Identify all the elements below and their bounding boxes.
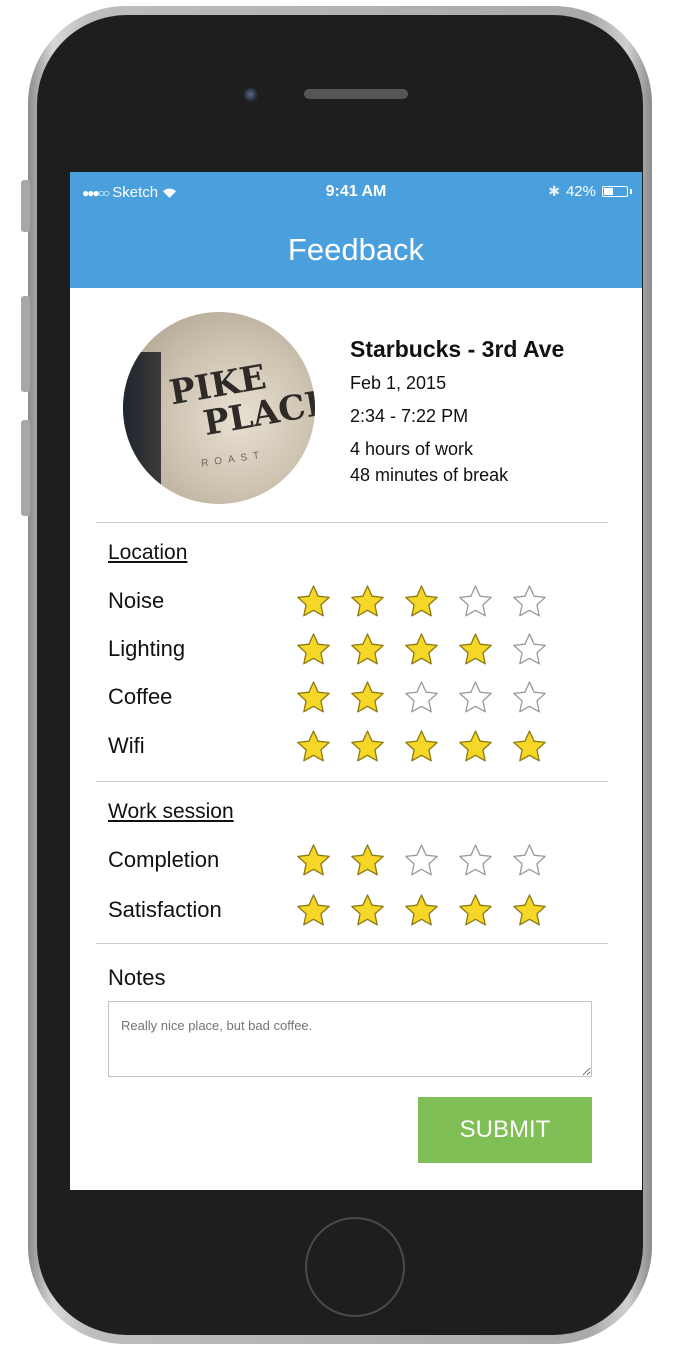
section-title-location: Location	[108, 541, 188, 564]
star-filled-icon[interactable]	[404, 893, 439, 928]
volume-down-button	[21, 420, 30, 516]
star-empty-icon[interactable]	[458, 584, 493, 619]
volume-up-button	[21, 296, 30, 392]
star-rating	[296, 632, 547, 667]
venue-name: Starbucks - 3rd Ave	[350, 336, 565, 362]
rating-row-wifi: Wifi	[108, 726, 588, 766]
star-filled-icon[interactable]	[404, 632, 439, 667]
photo-shadow	[123, 352, 161, 502]
venue-date: Feb 1, 2015	[350, 373, 447, 393]
star-empty-icon[interactable]	[512, 680, 547, 715]
star-filled-icon[interactable]	[512, 729, 547, 764]
star-empty-icon[interactable]	[404, 843, 439, 878]
venue-time-range: 2:34 - 7:22 PM	[350, 406, 469, 426]
page-title: Feedback	[287, 232, 425, 267]
star-empty-icon[interactable]	[512, 843, 547, 878]
star-empty-icon[interactable]	[512, 584, 547, 619]
divider	[96, 522, 608, 523]
rating-row-noise: Noise	[108, 581, 588, 621]
home-button[interactable]	[305, 1217, 405, 1317]
notes-label: Notes	[108, 965, 166, 990]
star-filled-icon[interactable]	[296, 843, 331, 878]
work-duration: 4 hours of work	[350, 439, 474, 459]
rating-row-coffee: Coffee	[108, 677, 588, 717]
star-filled-icon[interactable]	[404, 729, 439, 764]
rating-label: Lighting	[108, 636, 186, 661]
star-rating	[296, 729, 547, 764]
star-filled-icon[interactable]	[296, 729, 331, 764]
star-empty-icon[interactable]	[512, 632, 547, 667]
battery-tip	[630, 189, 632, 194]
star-rating	[296, 680, 547, 715]
star-filled-icon[interactable]	[296, 680, 331, 715]
star-filled-icon[interactable]	[404, 584, 439, 619]
break-duration: 48 minutes of break	[350, 465, 509, 485]
star-filled-icon[interactable]	[350, 632, 385, 667]
rating-row-satisfaction: Satisfaction	[108, 890, 588, 930]
battery-percent: 42%	[565, 183, 596, 200]
star-filled-icon[interactable]	[296, 584, 331, 619]
photo-text-roast: ROAST	[200, 449, 266, 470]
photo-label: PIKE PLACE	[167, 349, 315, 447]
bluetooth-icon: ✱	[548, 183, 560, 199]
star-empty-icon[interactable]	[458, 843, 493, 878]
battery-level	[604, 188, 613, 195]
star-filled-icon[interactable]	[350, 729, 385, 764]
star-empty-icon[interactable]	[458, 680, 493, 715]
front-camera	[244, 88, 258, 102]
star-filled-icon[interactable]	[350, 843, 385, 878]
venue-info: Starbucks - 3rd Ave Feb 1, 2015 2:34 - 7…	[350, 336, 564, 491]
mute-switch	[21, 180, 30, 232]
star-rating	[296, 584, 547, 619]
star-filled-icon[interactable]	[296, 893, 331, 928]
star-filled-icon[interactable]	[458, 893, 493, 928]
star-filled-icon[interactable]	[350, 584, 385, 619]
status-battery: ✱ 42%	[548, 183, 632, 200]
submit-button[interactable]: SUBMIT	[418, 1097, 592, 1163]
divider	[96, 943, 608, 944]
app-screen: ●●●○○ Sketch 9:41 AM ✱ 42% Feedback PIKE…	[70, 172, 642, 1190]
rating-label: Noise	[108, 588, 165, 613]
notes-input[interactable]	[108, 1001, 592, 1077]
nav-header: ●●●○○ Sketch 9:41 AM ✱ 42% Feedback	[70, 172, 642, 288]
rating-row-completion: Completion	[108, 840, 588, 880]
star-filled-icon[interactable]	[458, 632, 493, 667]
rating-label: Satisfaction	[108, 897, 222, 922]
rating-row-lighting: Lighting	[108, 629, 588, 669]
divider	[96, 781, 608, 782]
venue-photo: PIKE PLACE ROAST	[123, 312, 315, 504]
rating-label: Coffee	[108, 684, 173, 709]
section-title-work-session: Work session	[108, 800, 234, 823]
star-filled-icon[interactable]	[350, 680, 385, 715]
star-rating	[296, 843, 547, 878]
star-rating	[296, 893, 547, 928]
star-filled-icon[interactable]	[350, 893, 385, 928]
earpiece-speaker	[304, 89, 408, 99]
star-filled-icon[interactable]	[458, 729, 493, 764]
rating-label: Wifi	[108, 733, 145, 758]
battery-icon	[602, 186, 628, 197]
star-filled-icon[interactable]	[296, 632, 331, 667]
star-filled-icon[interactable]	[512, 893, 547, 928]
star-empty-icon[interactable]	[404, 680, 439, 715]
rating-label: Completion	[108, 847, 220, 872]
